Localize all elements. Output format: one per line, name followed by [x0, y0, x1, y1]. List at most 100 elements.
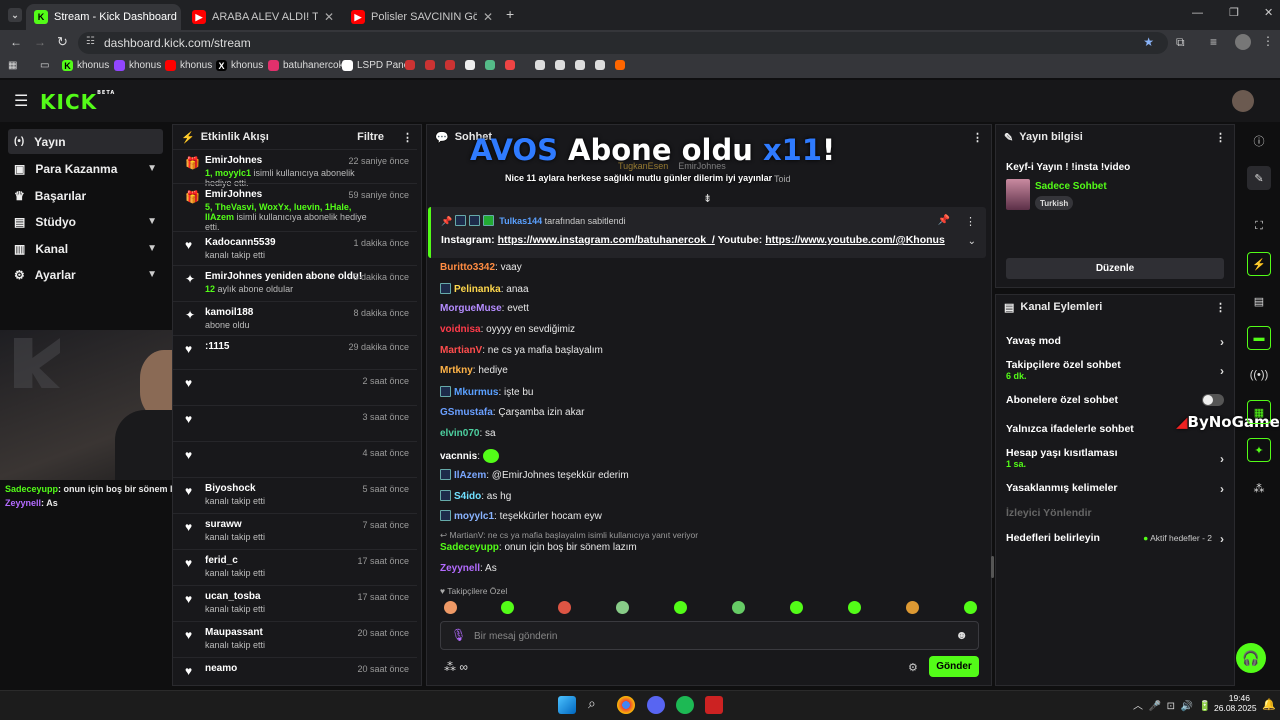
chat-user[interactable]: Mkurmus: [454, 387, 498, 398]
edit-stream-button[interactable]: Düzenle: [1006, 258, 1224, 279]
notes-icon[interactable]: ▤: [1247, 289, 1271, 313]
notifications-icon[interactable]: 🔔: [1262, 698, 1276, 711]
chat-user[interactable]: IlAzem: [454, 470, 486, 481]
folder-icon[interactable]: ▭: [40, 60, 49, 71]
chat-user[interactable]: moyylc1: [454, 511, 494, 522]
category-thumbnail[interactable]: [1006, 179, 1030, 210]
chat-user[interactable]: GSmustafa: [440, 407, 493, 418]
more-options-icon[interactable]: ⋮: [402, 131, 413, 144]
edit-icon[interactable]: ✎: [1247, 166, 1271, 190]
emote-icon[interactable]: [674, 601, 687, 614]
chat-settings-icon[interactable]: ⚙: [908, 661, 918, 674]
site-info-icon[interactable]: ☷: [86, 36, 95, 47]
discord-icon[interactable]: [647, 696, 665, 714]
pinned-by-user[interactable]: Tulkas144: [499, 216, 542, 226]
nav-basarilar[interactable]: ♛ Başarılar: [8, 183, 163, 208]
lightning-icon[interactable]: ⚡: [1247, 252, 1271, 276]
support-icon[interactable]: 🎧: [1236, 643, 1266, 673]
microphone-icon[interactable]: 🎙: [451, 628, 466, 642]
emote-icon[interactable]: [732, 601, 745, 614]
bookmark-khonus-twitch[interactable]: khonus: [114, 60, 161, 71]
send-button[interactable]: Gönder: [929, 656, 979, 677]
user-avatar[interactable]: [1232, 90, 1254, 112]
url-input[interactable]: ☷ dashboard.kick.com/stream ★: [78, 32, 1168, 54]
bookmark-khonus-youtube[interactable]: khonus: [165, 60, 212, 71]
site-icon[interactable]: [485, 60, 495, 70]
tab-kick-dashboard[interactable]: K Stream - Kick Dashboard ✕: [26, 4, 181, 30]
chat-user[interactable]: MorgueMuse: [440, 303, 502, 314]
more-options-icon[interactable]: ⋮: [1215, 131, 1226, 144]
crop-icon[interactable]: ⛶: [1247, 214, 1271, 238]
emote-icon[interactable]: [501, 601, 514, 614]
subs-chat-toggle[interactable]: [1202, 394, 1224, 406]
emote-icon[interactable]: [848, 601, 861, 614]
age-limit-row[interactable]: Hesap yaşı kısıtlaması 1 sa. ›: [1006, 447, 1226, 469]
more-options-icon[interactable]: ⋮: [972, 131, 983, 144]
gmail-icon[interactable]: [405, 60, 415, 70]
chat-user[interactable]: vacnnis: [440, 451, 477, 462]
chat-user[interactable]: Zeyynell: [440, 563, 480, 574]
maximize-icon[interactable]: ❐: [1229, 6, 1239, 19]
chevron-down-icon[interactable]: ⌄: [968, 236, 976, 247]
bookmark-khonus-kick[interactable]: Kkhonus: [62, 60, 109, 71]
menu-icon[interactable]: ⋮: [1262, 34, 1274, 48]
more-options-icon[interactable]: ⋮: [965, 215, 976, 228]
chat-user[interactable]: Mrtkny: [440, 365, 473, 376]
emote-icon[interactable]: [964, 601, 977, 614]
scroll-down-icon[interactable]: ⇟: [703, 192, 712, 205]
goals-row[interactable]: Hedefleri belirleyin ● Aktif hedefler - 2…: [1006, 532, 1226, 546]
chrome-icon[interactable]: [617, 696, 635, 714]
nav-para-kazanma[interactable]: ▣ Para Kazanma ▼: [8, 156, 163, 181]
calendar-icon[interactable]: [555, 60, 565, 70]
followers-chat-row[interactable]: Takipçilere özel sohbet 6 dk. ›: [1006, 359, 1226, 381]
chat-user[interactable]: S4ido: [454, 491, 481, 502]
bookmark-lspd[interactable]: LSPD Panel: [342, 60, 411, 71]
chat-icon[interactable]: ▬: [1247, 326, 1271, 350]
emote-icon[interactable]: [906, 601, 919, 614]
system-tray[interactable]: ︿ 🎤 ⊡ 🔊 🔋: [1133, 697, 1211, 712]
new-tab-icon[interactable]: +: [506, 6, 514, 22]
search-icon[interactable]: ⌕: [588, 695, 596, 712]
gmail-icon[interactable]: [445, 60, 455, 70]
filter-button[interactable]: Filtre: [357, 131, 384, 143]
more-options-icon[interactable]: ⋮: [1215, 301, 1226, 314]
bookmark-khonus-x[interactable]: Xkhonus: [216, 60, 263, 71]
windows-start-icon[interactable]: [558, 696, 576, 714]
site-icon[interactable]: [575, 60, 585, 70]
profile-avatar[interactable]: [1235, 34, 1251, 50]
tab-youtube-1[interactable]: ▶ ARABA ALEV ALDI! Türkiye'de Y ✕: [184, 4, 342, 30]
kick-logo[interactable]: KICKBETA: [40, 90, 115, 114]
emoji-icon[interactable]: ☻: [955, 628, 968, 642]
emote-icon[interactable]: [444, 601, 457, 614]
site-icon[interactable]: [465, 60, 475, 70]
instagram-link[interactable]: https://www.instagram.com/batuhanercok_/: [498, 234, 715, 246]
chat-user[interactable]: voidnisa: [440, 324, 481, 335]
hamburger-menu-icon[interactable]: ☰: [14, 91, 28, 111]
nav-yayin[interactable]: (•) Yayın: [8, 129, 163, 154]
broadcast-icon[interactable]: ((•)): [1247, 363, 1271, 387]
emote-icon[interactable]: [790, 601, 803, 614]
site-icon[interactable]: [505, 60, 515, 70]
media-icon[interactable]: ≡: [1210, 35, 1217, 49]
close-icon[interactable]: ✕: [483, 10, 493, 24]
tab-search-icon[interactable]: ⌄: [8, 8, 22, 22]
stream-category[interactable]: Sadece Sohbet: [1035, 181, 1107, 192]
chat-user[interactable]: Sadeceyupp: [440, 542, 499, 553]
bookmark-instagram[interactable]: batuhanercok: [268, 60, 344, 71]
nav-studyo[interactable]: ▤ Stüdyo ▼: [8, 209, 163, 234]
reload-icon[interactable]: ↻: [57, 34, 68, 50]
chat-user[interactable]: MartianV: [440, 345, 482, 356]
apps-icon[interactable]: ▦: [8, 60, 17, 71]
back-icon[interactable]: ←: [10, 35, 22, 49]
forward-icon[interactable]: →: [34, 35, 46, 49]
chat-user[interactable]: Pelinanka: [454, 284, 501, 295]
bookmark-star-icon[interactable]: ★: [1143, 35, 1154, 49]
minimize-icon[interactable]: —: [1192, 7, 1203, 19]
site-icon[interactable]: [615, 60, 625, 70]
chat-user[interactable]: Buritto3342: [440, 262, 495, 273]
clock[interactable]: 19:46 26.08.2025: [1214, 693, 1257, 713]
site-icon[interactable]: [595, 60, 605, 70]
nav-kanal[interactable]: ▥ Kanal ▼: [8, 236, 163, 261]
close-icon[interactable]: ✕: [324, 10, 334, 24]
gmail-icon[interactable]: [425, 60, 435, 70]
